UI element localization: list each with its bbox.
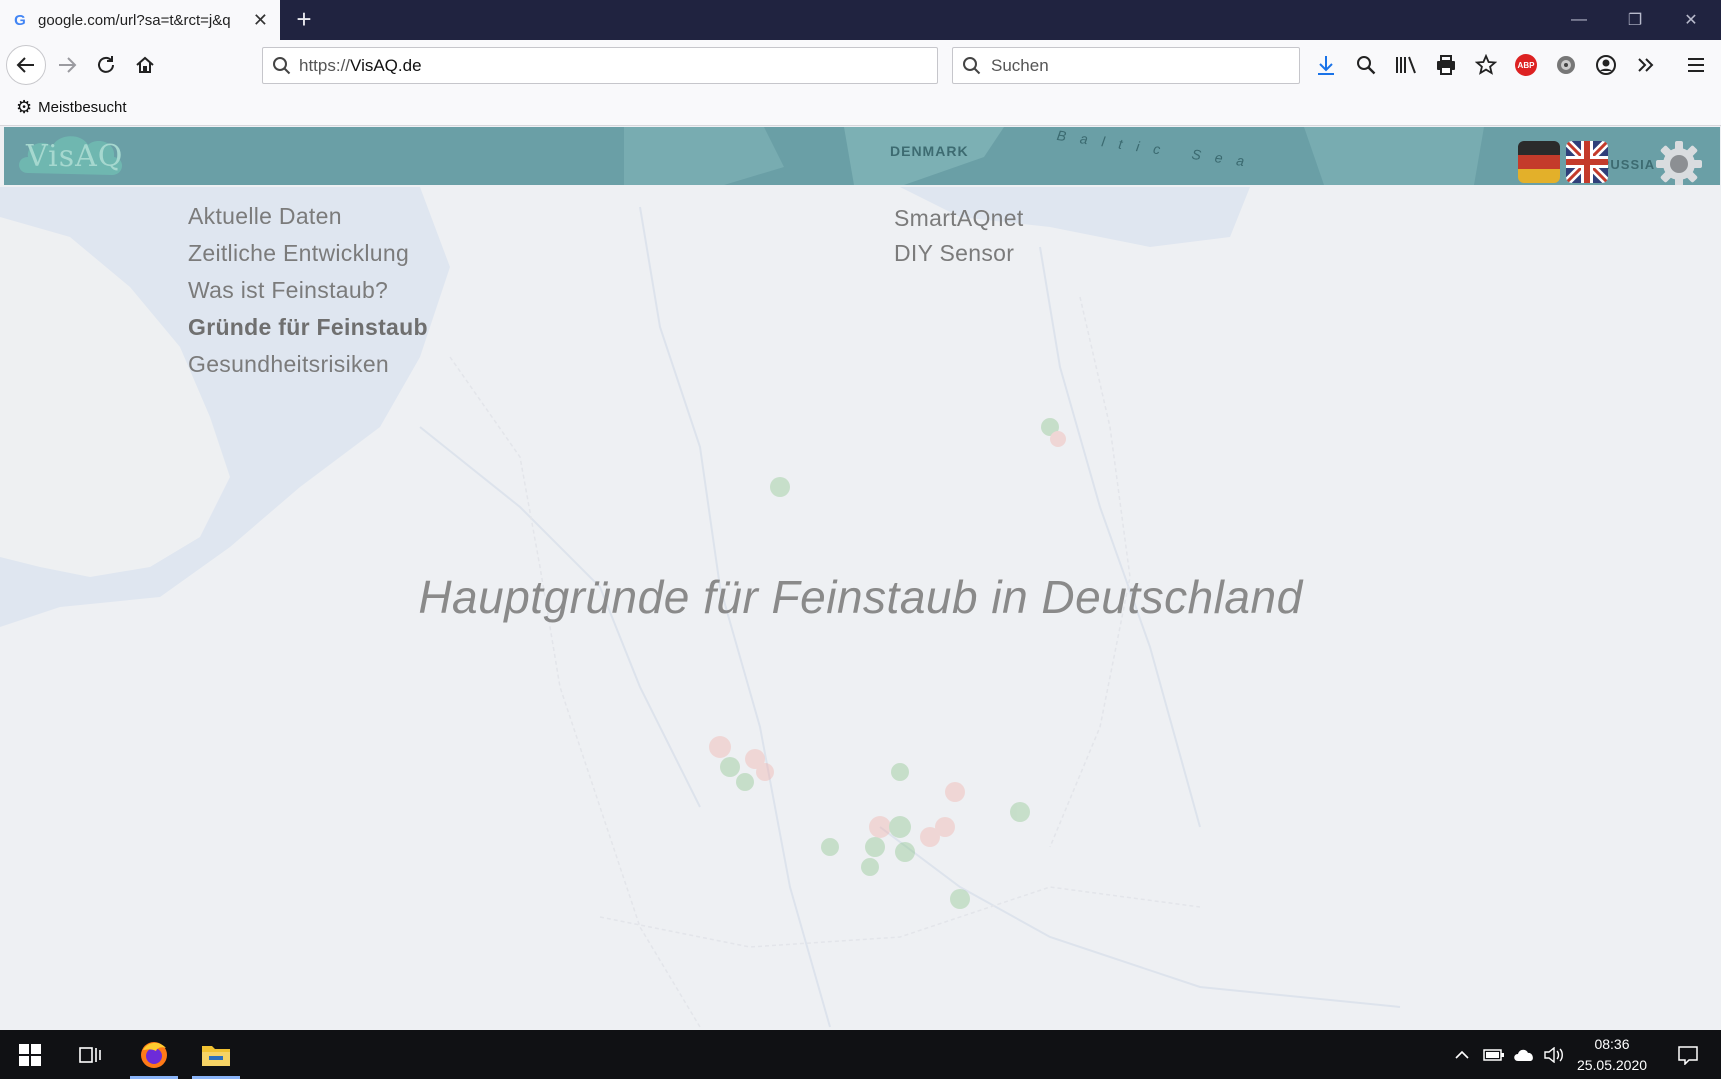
arrow-left-icon — [16, 57, 34, 73]
new-tab-button[interactable]: + — [288, 4, 320, 36]
taskbar-firefox[interactable] — [126, 1030, 182, 1079]
bookmarks-toolbar: ⚙ Meistbesucht — [0, 90, 1721, 126]
volume-speaker-icon[interactable] — [1540, 1030, 1568, 1079]
onedrive-cloud-icon[interactable] — [1510, 1030, 1538, 1079]
action-center-notification-icon[interactable] — [1664, 1030, 1712, 1079]
download-icon — [1318, 56, 1334, 75]
windows-logo-icon — [19, 1043, 41, 1066]
back-button[interactable] — [6, 45, 46, 85]
uk-flag-icon[interactable] — [1566, 141, 1608, 183]
search-icon — [273, 57, 291, 75]
map-label-russia: RUSSIA — [1600, 157, 1656, 172]
start-button[interactable] — [2, 1030, 58, 1079]
site-header: VisAQ DENMARK Baltic Sea RUSSIA — [4, 127, 1720, 185]
browser-tab[interactable]: G google.com/url?sa=t&rct=j&q ✕ — [0, 0, 280, 40]
bookmark-star-button[interactable] — [1471, 50, 1501, 80]
clock-date: 25.05.2020 — [1576, 1057, 1648, 1073]
task-view-button[interactable] — [62, 1030, 118, 1079]
close-window-button[interactable]: ✕ — [1663, 0, 1719, 40]
menu-item-aktuelle-daten[interactable]: Aktuelle Daten — [188, 203, 342, 230]
magnifier-icon — [1357, 56, 1376, 75]
minimize-window-button[interactable]: — — [1551, 0, 1607, 40]
home-button[interactable] — [126, 46, 164, 84]
menu-item-gruende-fuer-feinstaub[interactable]: Gründe für Feinstaub — [188, 314, 428, 341]
taskbar-file-explorer[interactable] — [188, 1030, 244, 1079]
menu-item-diy-sensor[interactable]: DIY Sensor — [894, 240, 1014, 267]
app-menu-button[interactable] — [1681, 50, 1711, 80]
navigation-toolbar: https:// VisAQ.de Suchen ABP — [0, 40, 1721, 90]
url-bar[interactable]: https:// VisAQ.de — [262, 47, 938, 84]
taskbar-clock[interactable]: 08:36 25.05.2020 — [1572, 1034, 1652, 1076]
gear-icon: ⚙ — [16, 97, 33, 117]
account-button[interactable] — [1591, 50, 1621, 80]
account-icon — [1596, 55, 1616, 75]
url-protocol: https:// — [299, 55, 351, 75]
downloads-button[interactable] — [1311, 50, 1341, 80]
search-placeholder: Suchen — [991, 55, 1049, 75]
settings-gear-icon[interactable] — [1654, 139, 1704, 185]
url-host: VisAQ.de — [350, 55, 422, 75]
tab-bar: G google.com/url?sa=t&rct=j&q ✕ + — ❐ ✕ — [0, 0, 1721, 40]
printer-icon — [1437, 55, 1455, 75]
folder-icon — [202, 1045, 230, 1066]
menu-item-smartaqnet[interactable]: SmartAQnet — [894, 205, 1024, 232]
forward-button[interactable] — [48, 46, 86, 84]
bookmark-most-visited[interactable]: Meistbesucht — [38, 99, 126, 116]
adblock-plus-icon: ABP — [1515, 54, 1537, 76]
page-title: Hauptgründe für Feinstaub in Deutschland — [418, 571, 1303, 623]
reload-button[interactable] — [87, 46, 125, 84]
clock-time: 08:36 — [1594, 1036, 1630, 1052]
menu-item-gesundheitsrisiken[interactable]: Gesundheitsrisiken — [188, 351, 389, 378]
google-favicon-icon: G — [14, 11, 26, 29]
adblock-button[interactable]: ABP — [1511, 50, 1541, 80]
home-icon — [136, 56, 154, 73]
search-icon — [963, 57, 981, 75]
find-button[interactable] — [1351, 50, 1381, 80]
menu-item-was-ist-feinstaub[interactable]: Was ist Feinstaub? — [188, 277, 388, 304]
library-button[interactable] — [1391, 50, 1421, 80]
battery-icon[interactable] — [1480, 1030, 1508, 1079]
chevron-double-right-icon — [1638, 58, 1654, 72]
firefox-icon — [141, 1041, 167, 1068]
hamburger-menu-icon — [1688, 58, 1704, 72]
map-label-denmark: DENMARK — [890, 143, 969, 159]
reload-icon — [98, 56, 114, 73]
web-page: VisAQ DENMARK Baltic Sea RUSSIA Aktuelle… — [0, 127, 1721, 1030]
task-view-icon — [79, 1046, 101, 1063]
close-tab-icon[interactable]: ✕ — [253, 10, 268, 31]
arrow-right-icon — [59, 57, 77, 73]
library-icon — [1396, 56, 1416, 74]
german-flag-icon[interactable] — [1518, 141, 1560, 183]
globe-extension-icon — [1557, 56, 1575, 74]
show-hidden-icons-chevron-up-icon[interactable] — [1450, 1030, 1474, 1079]
overflow-menu-button[interactable] — [1631, 50, 1661, 80]
header-map-texture — [624, 127, 1484, 185]
restore-window-button[interactable]: ❐ — [1607, 0, 1663, 40]
windows-taskbar: 08:36 25.05.2020 — [0, 1030, 1721, 1079]
site-logo[interactable]: VisAQ — [26, 139, 123, 174]
menu-item-zeitliche-entwicklung[interactable]: Zeitliche Entwicklung — [188, 240, 409, 267]
extension-button[interactable] — [1551, 50, 1581, 80]
print-button[interactable] — [1431, 50, 1461, 80]
star-icon — [1475, 54, 1497, 75]
tab-title: google.com/url?sa=t&rct=j&q — [38, 11, 231, 29]
search-bar[interactable]: Suchen — [952, 47, 1300, 84]
